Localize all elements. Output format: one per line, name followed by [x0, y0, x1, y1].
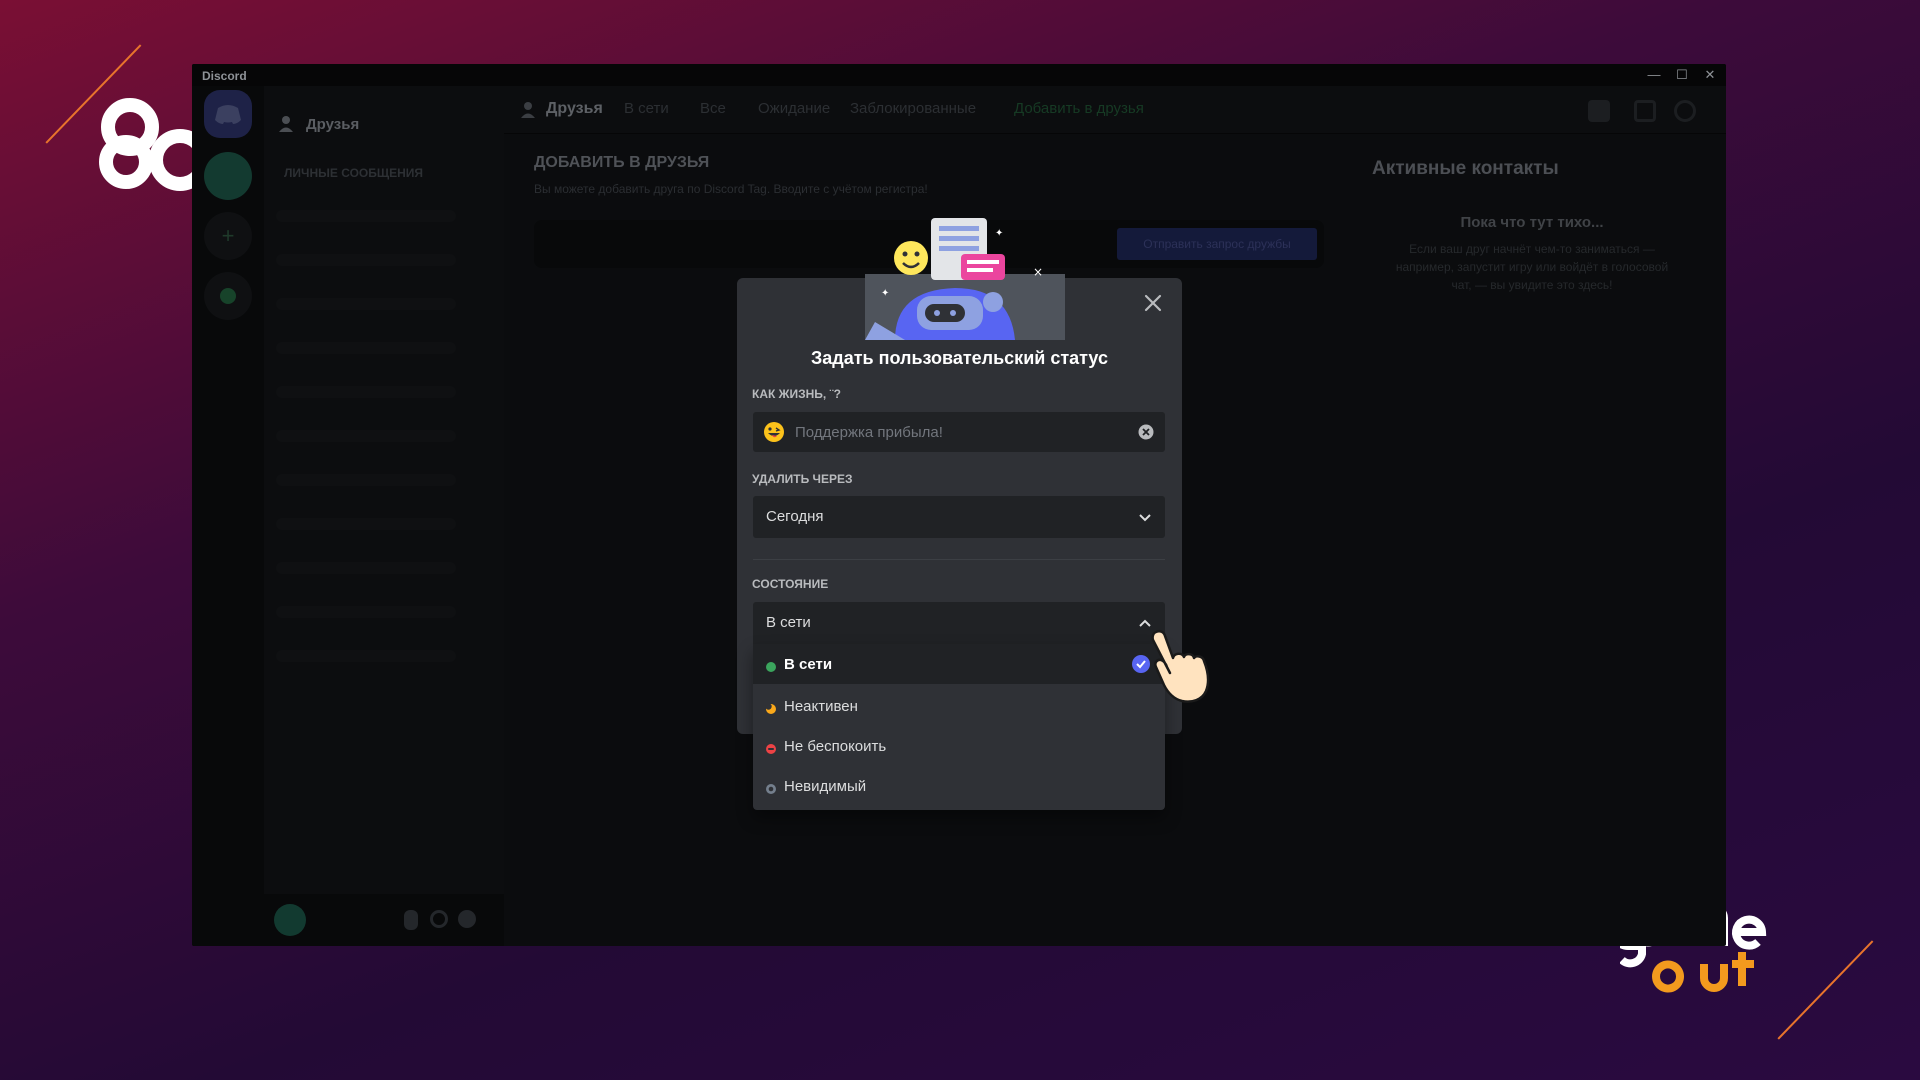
- list-item[interactable]: [276, 210, 456, 222]
- clear-after-select[interactable]: Сегодня: [753, 496, 1165, 538]
- clear-status-icon[interactable]: [1138, 424, 1154, 440]
- status-input[interactable]: [795, 412, 1125, 452]
- svg-text:✦: ✦: [995, 228, 1003, 239]
- friends-icon: [278, 114, 298, 134]
- new-group-dm-icon[interactable]: [1588, 100, 1610, 122]
- status-input-wrapper: [753, 412, 1165, 452]
- server-rail: +: [192, 86, 264, 946]
- list-item[interactable]: [276, 474, 456, 486]
- app-name: Discord: [202, 69, 247, 83]
- state-option-online[interactable]: В сети: [753, 644, 1165, 684]
- emoji-picker-icon[interactable]: [763, 421, 785, 443]
- close-window-button[interactable]: ✕: [1698, 66, 1722, 84]
- svg-text:✦: ✦: [881, 288, 889, 299]
- list-item[interactable]: [276, 298, 456, 310]
- headphones-icon[interactable]: [430, 910, 448, 928]
- tab-blocked[interactable]: Заблокированные: [850, 100, 976, 117]
- home-button[interactable]: [204, 90, 252, 138]
- dm-section-header: Личные сообщения: [284, 166, 424, 180]
- state-label: СОСТОЯНИЕ: [752, 577, 829, 591]
- state-option-label: Невидимый: [784, 778, 867, 795]
- tab-online[interactable]: В сети: [624, 100, 669, 117]
- active-contacts-empty-title: Пока что тут тихо...: [1460, 214, 1604, 231]
- do-not-disturb-icon: [766, 741, 776, 754]
- dm-sidebar: Друзья Личные сообщения: [264, 86, 504, 946]
- microphone-icon[interactable]: [404, 910, 418, 930]
- list-item[interactable]: [276, 606, 456, 618]
- state-option-dnd[interactable]: Не беспокоить: [753, 726, 1165, 766]
- send-friend-request-button[interactable]: Отправить запрос дружбы: [1117, 228, 1317, 260]
- avatar[interactable]: [274, 904, 306, 936]
- list-item[interactable]: [276, 562, 456, 574]
- online-status-icon: [766, 659, 776, 672]
- state-option-label: Неактивен: [784, 698, 858, 715]
- inbox-icon[interactable]: [1634, 100, 1656, 122]
- status-illustration-icon: × ✦ ✦: [855, 212, 1065, 340]
- tab-all[interactable]: Все: [700, 100, 726, 117]
- discord-logo-icon: [215, 105, 241, 124]
- state-dropdown: В сети Неактивен Не беспокоить Невидимый: [753, 644, 1165, 810]
- svg-text:×: ×: [1033, 265, 1043, 279]
- minimize-button[interactable]: —: [1642, 66, 1666, 84]
- title-bar: Discord — ☐ ✕: [192, 64, 1726, 86]
- list-item[interactable]: [276, 386, 456, 398]
- state-option-idle[interactable]: Неактивен: [753, 686, 1165, 726]
- state-value: В сети: [766, 614, 811, 631]
- user-panel: [264, 894, 504, 946]
- hand-pointer-cursor-icon: [1144, 626, 1224, 706]
- settings-gear-icon[interactable]: [458, 910, 476, 928]
- tab-pending[interactable]: Ожидание: [758, 100, 830, 117]
- idle-moon-icon: [765, 701, 776, 714]
- active-contacts-empty-text: Если ваш друг начнёт чем-то заниматься —…: [1395, 242, 1669, 292]
- close-icon[interactable]: [1142, 292, 1164, 314]
- active-contacts-title: Активные контакты: [1372, 158, 1559, 179]
- add-friend-subtitle: Вы можете добавить друга по Discord Tag.…: [534, 182, 928, 196]
- maximize-button[interactable]: ☐: [1670, 66, 1694, 84]
- top-bar: Друзья В сети Все Ожидание Заблокированн…: [504, 86, 1726, 134]
- state-select[interactable]: В сети: [753, 602, 1165, 644]
- invisible-status-icon: [766, 781, 776, 794]
- list-item[interactable]: [276, 342, 456, 354]
- status-field-label: КАК ЖИЗНЬ, ¨?: [752, 387, 841, 401]
- add-server-icon[interactable]: +: [204, 212, 252, 260]
- list-item[interactable]: [276, 650, 456, 662]
- list-item[interactable]: [276, 518, 456, 530]
- chevron-down-icon: [1137, 509, 1153, 525]
- modal-title: Задать пользовательский статус: [810, 348, 1108, 368]
- divider: [753, 559, 1165, 560]
- state-option-label: Не беспокоить: [784, 738, 887, 755]
- friends-header-icon: [521, 102, 535, 118]
- sidebar-item-friends[interactable]: Друзья: [306, 116, 359, 133]
- list-item[interactable]: [276, 254, 456, 266]
- tab-friends: Друзья: [546, 100, 603, 117]
- explore-servers-icon[interactable]: [204, 272, 252, 320]
- list-item[interactable]: [276, 430, 456, 442]
- clear-after-label: УДАЛИТЬ ЧЕРЕЗ: [752, 472, 853, 486]
- decor-line-bottom-right: [1777, 940, 1874, 1040]
- clear-after-value: Сегодня: [766, 508, 824, 525]
- state-option-label: В сети: [784, 656, 833, 673]
- server-icon[interactable]: [204, 152, 252, 200]
- help-icon[interactable]: [1674, 100, 1696, 122]
- add-friend-title: ДОБАВИТЬ В ДРУЗЬЯ: [534, 154, 710, 171]
- state-option-invisible[interactable]: Невидимый: [753, 766, 1165, 806]
- tab-add-friend[interactable]: Добавить в друзья: [1014, 100, 1144, 117]
